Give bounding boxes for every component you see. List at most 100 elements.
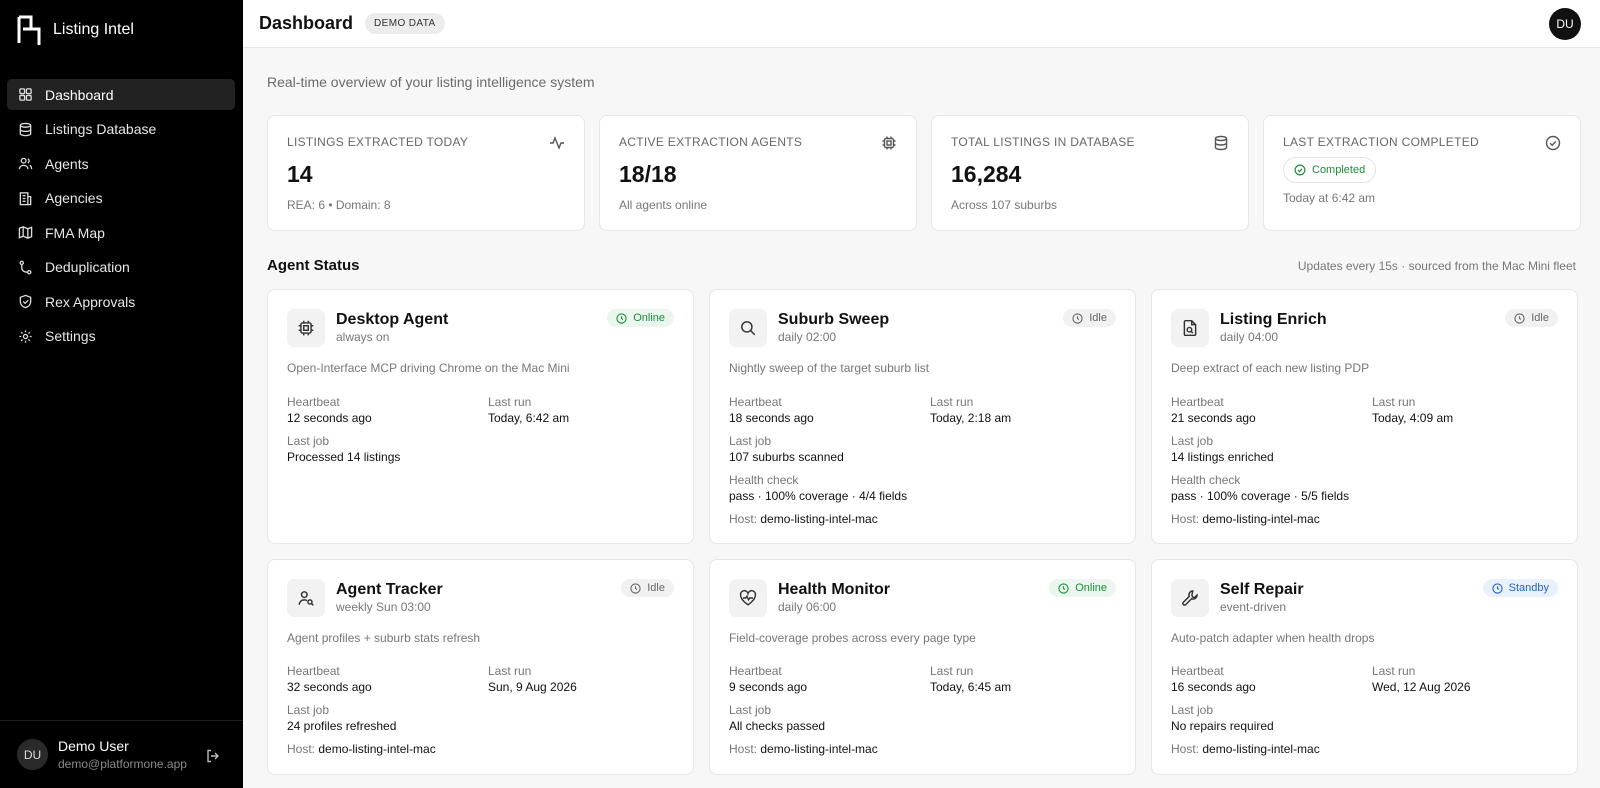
clock-icon [630, 582, 641, 594]
status-label: Online [1075, 582, 1107, 594]
agent-card-agent-tracker[interactable]: Agent Tracker weekly Sun 03:00 Idle Agen… [267, 559, 694, 775]
health-check-label: Health check [729, 473, 799, 487]
stat-sub: REA: 6 • Domain: 8 [287, 198, 391, 212]
sidebar-item-rex-approvals[interactable]: Rex Approvals [7, 286, 235, 317]
agent-icon [1171, 309, 1209, 347]
status-label: Standby [1508, 582, 1549, 594]
header-avatar[interactable]: DU [1549, 8, 1581, 40]
agent-card-self-repair[interactable]: Self Repair event-driven Standby Auto-pa… [1151, 559, 1578, 775]
sidebar-item-agencies[interactable]: Agencies [7, 183, 235, 214]
last-run-label: Last run [1372, 664, 1416, 678]
heartbeat-value: 32 seconds ago [287, 680, 372, 694]
host-value: demo-listing-intel-mac [760, 742, 878, 756]
sidebar-item-dashboard[interactable]: Dashboard [7, 79, 235, 110]
agent-name: Suburb Sweep [778, 311, 890, 328]
agent-schedule: weekly Sun 03:00 [336, 600, 431, 614]
heart-pulse-icon [739, 589, 757, 606]
last-job-label: Last job [1171, 703, 1214, 717]
user-name: Demo User [58, 738, 129, 754]
stat-sub: All agents online [619, 198, 708, 212]
last-run-value: Today, 4:09 am [1372, 411, 1454, 425]
activity-icon [550, 136, 564, 150]
avatar: DU [17, 739, 48, 770]
sidebar-item-label: Deduplication [45, 259, 130, 275]
stat-card-last-extraction: LAST EXTRACTION COMPLETED Completed Toda… [1263, 115, 1581, 231]
agent-icon [729, 579, 767, 617]
status-label: Idle [647, 582, 665, 594]
heartbeat-value: 16 seconds ago [1171, 680, 1256, 694]
wrench-icon [1182, 590, 1198, 606]
host-line: Host: demo-listing-intel-mac [1171, 742, 1320, 756]
agent-description: Deep extract of each new listing PDP [1171, 361, 1370, 375]
sidebar-item-agents[interactable]: Agents [7, 148, 235, 179]
last-job-value: Processed 14 listings [287, 450, 401, 464]
heartbeat-value: 18 seconds ago [729, 411, 814, 425]
heartbeat-value: 21 seconds ago [1171, 411, 1256, 425]
shield-check-icon [18, 294, 33, 309]
host-label: Host: [1171, 512, 1200, 526]
heartbeat-label: Heartbeat [1171, 395, 1224, 409]
stat-label: TOTAL LISTINGS IN DATABASE [951, 135, 1135, 149]
sidebar-item-settings[interactable]: Settings [7, 321, 235, 352]
last-run-label: Last run [930, 395, 974, 409]
sidebar-item-label: Settings [45, 328, 96, 344]
agent-icon [729, 309, 767, 347]
agent-description: Field-coverage probes across every page … [729, 631, 976, 645]
status-label: Idle [1089, 312, 1107, 324]
agent-name: Health Monitor [778, 581, 890, 598]
last-run-value: Today, 6:42 am [488, 411, 570, 425]
agent-card-health-monitor[interactable]: Health Monitor daily 06:00 Online Field-… [709, 559, 1136, 775]
agent-description: Open-Interface MCP driving Chrome on the… [287, 361, 570, 375]
agent-card-desktop-agent[interactable]: Desktop Agent always on Online Open-Inte… [267, 289, 694, 544]
host-label: Host: [729, 742, 758, 756]
host-label: Host: [287, 742, 316, 756]
sidebar-item-label: Listings Database [45, 121, 157, 137]
status-badge: Idle [1063, 309, 1116, 327]
sidebar-item-fma-map[interactable]: FMA Map [7, 217, 235, 248]
last-job-label: Last job [287, 434, 330, 448]
agent-icon [287, 579, 325, 617]
health-check-value: pass · 100% coverage · 4/4 fields [729, 489, 908, 503]
last-job-label: Last job [287, 703, 330, 717]
sidebar-item-label: Dashboard [45, 86, 114, 103]
stat-value: 14 [287, 161, 313, 187]
heartbeat-label: Heartbeat [1171, 664, 1224, 678]
agent-schedule: event-driven [1220, 600, 1287, 614]
database-icon [1214, 135, 1228, 151]
host-value: demo-listing-intel-mac [1202, 512, 1320, 526]
host-line: Host: demo-listing-intel-mac [1171, 512, 1320, 526]
heartbeat-label: Heartbeat [287, 395, 340, 409]
last-job-value: No repairs required [1171, 719, 1274, 733]
agent-card-suburb-sweep[interactable]: Suburb Sweep daily 02:00 Idle Nightly sw… [709, 289, 1136, 544]
last-job-value: 24 profiles refreshed [287, 719, 397, 733]
agent-icon [287, 309, 325, 347]
heartbeat-value: 9 seconds ago [729, 680, 808, 694]
app-name: Listing Intel [53, 21, 134, 38]
heartbeat-label: Heartbeat [729, 664, 782, 678]
host-line: Host: demo-listing-intel-mac [287, 742, 436, 756]
stat-card-active-agents: ACTIVE EXTRACTION AGENTS 18/18 All agent… [599, 115, 917, 231]
agent-card-listing-enrich[interactable]: Listing Enrich daily 04:00 Idle Deep ext… [1151, 289, 1578, 544]
sidebar-item-label: Rex Approvals [45, 293, 136, 310]
user-profile[interactable]: DU Demo User demo@platformone.app [0, 720, 243, 788]
sidebar-item-deduplication[interactable]: Deduplication [7, 252, 235, 283]
gear-icon [18, 329, 33, 344]
host-line: Host: demo-listing-intel-mac [729, 742, 878, 756]
last-run-value: Wed, 12 Aug 2026 [1372, 680, 1471, 694]
health-check-label: Health check [1171, 473, 1241, 487]
page-subtitle: Real-time overview of your listing intel… [267, 74, 595, 90]
last-job-value: 107 suburbs scanned [729, 450, 844, 464]
last-run-label: Last run [488, 395, 532, 409]
check-circle-icon [1294, 164, 1306, 176]
heartbeat-label: Heartbeat [287, 664, 340, 678]
sidebar-item-listings-database[interactable]: Listings Database [7, 114, 235, 145]
grid-icon [18, 87, 33, 102]
logout-icon[interactable] [205, 748, 221, 764]
agent-description: Nightly sweep of the target suburb list [729, 361, 930, 375]
brand[interactable]: Listing Intel [0, 0, 243, 60]
last-run-value: Today, 6:45 am [930, 680, 1012, 694]
stat-label: LAST EXTRACTION COMPLETED [1283, 135, 1479, 149]
map-icon [18, 225, 33, 240]
status-badge: Online [1049, 579, 1116, 597]
agent-name: Desktop Agent [336, 311, 449, 328]
